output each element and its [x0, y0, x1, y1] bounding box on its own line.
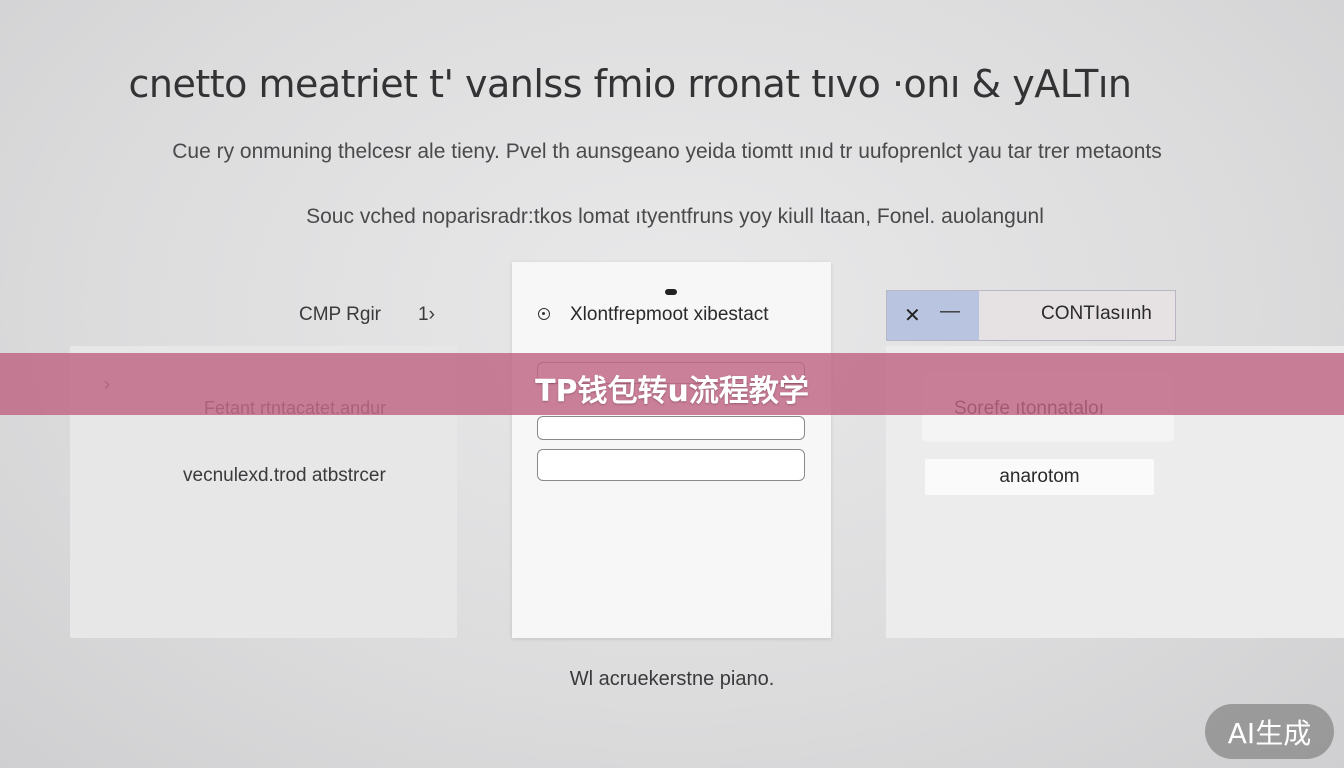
radio-icon[interactable] [538, 308, 550, 320]
banner-title: TP钱包转u流程教学 [535, 374, 809, 409]
ai-generated-badge: AI生成 [1205, 704, 1334, 759]
close-icon[interactable]: ✕ [904, 303, 921, 328]
left-panel-label: CMP Rgir [299, 304, 381, 325]
toolbar-label: CONTIasıınh [1041, 303, 1152, 324]
text-input[interactable] [537, 449, 805, 481]
left-panel-count[interactable]: 1› [418, 304, 435, 326]
option-button-label[interactable]: anarotom [925, 466, 1154, 488]
page-title: cnetto meatriet t' vanlss fmio rronat tı… [128, 62, 1132, 106]
toolbar-control-group [887, 291, 979, 340]
page-subtitle: Cue ry onmuning thelcesr ale tieny. Pvel… [172, 140, 1162, 163]
minus-icon[interactable]: — [940, 300, 960, 323]
form-heading: Xlontfrepmoot xibestact [570, 304, 769, 325]
dot-icon [665, 289, 677, 295]
left-panel-row: vecnulexd.trod atbstrcer [183, 465, 386, 486]
page-description: Souc vched noparisradr:tkos lomat ıtyent… [306, 205, 1044, 228]
footer-text: Wl acruekerstne piano. [569, 668, 775, 690]
text-input[interactable] [537, 416, 805, 440]
